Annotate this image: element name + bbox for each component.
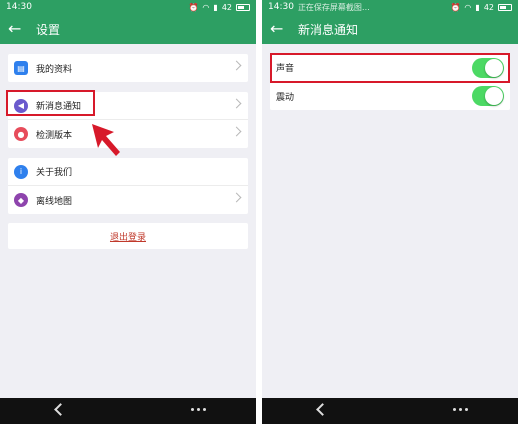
chevron-right-icon bbox=[231, 126, 242, 137]
battery-icon bbox=[236, 3, 250, 11]
alarm-icon: ⏰ bbox=[450, 2, 461, 12]
setting-label: 震动 bbox=[276, 92, 295, 103]
settings-group-profile: ▤ 我的资料 bbox=[8, 54, 248, 82]
nav-more-icon[interactable] bbox=[191, 408, 206, 411]
logout-button[interactable]: 退出登录 bbox=[8, 223, 248, 249]
highlight-box bbox=[6, 90, 95, 116]
settings-item-label: 我的资料 bbox=[36, 64, 73, 75]
red-arrow-icon bbox=[92, 124, 120, 156]
chevron-right-icon bbox=[231, 192, 242, 203]
arrow-left-icon[interactable]: ← bbox=[270, 21, 292, 37]
chevron-right-icon bbox=[231, 60, 242, 71]
status-icons: ⏰ ◠ ▮ 42 bbox=[450, 3, 512, 12]
settings-item-label: 检测版本 bbox=[36, 130, 73, 141]
signal-icon: ▮ bbox=[213, 2, 218, 12]
status-icons: ⏰ ◠ ▮ 42 bbox=[188, 3, 250, 12]
nav-bar bbox=[262, 398, 518, 424]
status-bar: 14:30 正在保存屏幕截图… ⏰ ◠ ▮ 42 bbox=[262, 0, 518, 14]
signal-icon: ▮ bbox=[475, 2, 480, 12]
battery-level: 42 bbox=[221, 2, 232, 12]
nav-back-icon[interactable] bbox=[316, 403, 329, 416]
app-bar: ← 新消息通知 bbox=[262, 14, 518, 44]
wifi-icon: ◠ bbox=[464, 2, 472, 12]
nav-bar bbox=[0, 398, 256, 424]
status-time: 14:30 bbox=[268, 2, 294, 12]
settings-item-label: 关于我们 bbox=[36, 168, 73, 178]
notification-settings-screen: 14:30 正在保存屏幕截图… ⏰ ◠ ▮ 42 ← 新消息通知 声音 震动 bbox=[262, 0, 518, 424]
settings-group-about: i 关于我们 ◆ 离线地图 bbox=[8, 158, 248, 214]
setting-vibrate[interactable]: 震动 bbox=[270, 82, 510, 110]
status-time: 14:30 bbox=[6, 2, 32, 12]
refresh-icon: ● bbox=[14, 127, 28, 141]
status-bar: 14:30 ⏰ ◠ ▮ 42 bbox=[0, 0, 256, 14]
alarm-icon: ⏰ bbox=[188, 2, 199, 12]
nav-back-icon[interactable] bbox=[54, 403, 67, 416]
battery-icon bbox=[498, 3, 512, 11]
vibrate-toggle[interactable] bbox=[472, 86, 504, 106]
page-title: 新消息通知 bbox=[298, 22, 359, 37]
logout-label: 退出登录 bbox=[109, 232, 146, 243]
settings-item-profile[interactable]: ▤ 我的资料 bbox=[8, 54, 248, 82]
diamond-icon: ◆ bbox=[14, 193, 28, 207]
status-caption: 正在保存屏幕截图… bbox=[297, 2, 370, 12]
settings-item-about[interactable]: i 关于我们 bbox=[8, 158, 248, 186]
profile-icon: ▤ bbox=[14, 61, 28, 75]
wifi-icon: ◠ bbox=[202, 2, 210, 12]
info-icon: i bbox=[14, 164, 28, 179]
settings-item-label: 离线地图 bbox=[36, 196, 73, 207]
highlight-box bbox=[270, 53, 510, 83]
page-title: 设置 bbox=[36, 22, 61, 37]
settings-item-offline-map[interactable]: ◆ 离线地图 bbox=[8, 186, 248, 214]
battery-level: 42 bbox=[483, 2, 494, 12]
chevron-right-icon bbox=[231, 98, 242, 109]
settings-screen: 14:30 ⏰ ◠ ▮ 42 ← 设置 ▤ 我的资料 ◀ 新消息通知 ● 检测版… bbox=[0, 0, 256, 424]
app-bar: ← 设置 bbox=[0, 14, 256, 44]
nav-more-icon[interactable] bbox=[453, 408, 468, 411]
arrow-left-icon[interactable]: ← bbox=[8, 21, 30, 37]
